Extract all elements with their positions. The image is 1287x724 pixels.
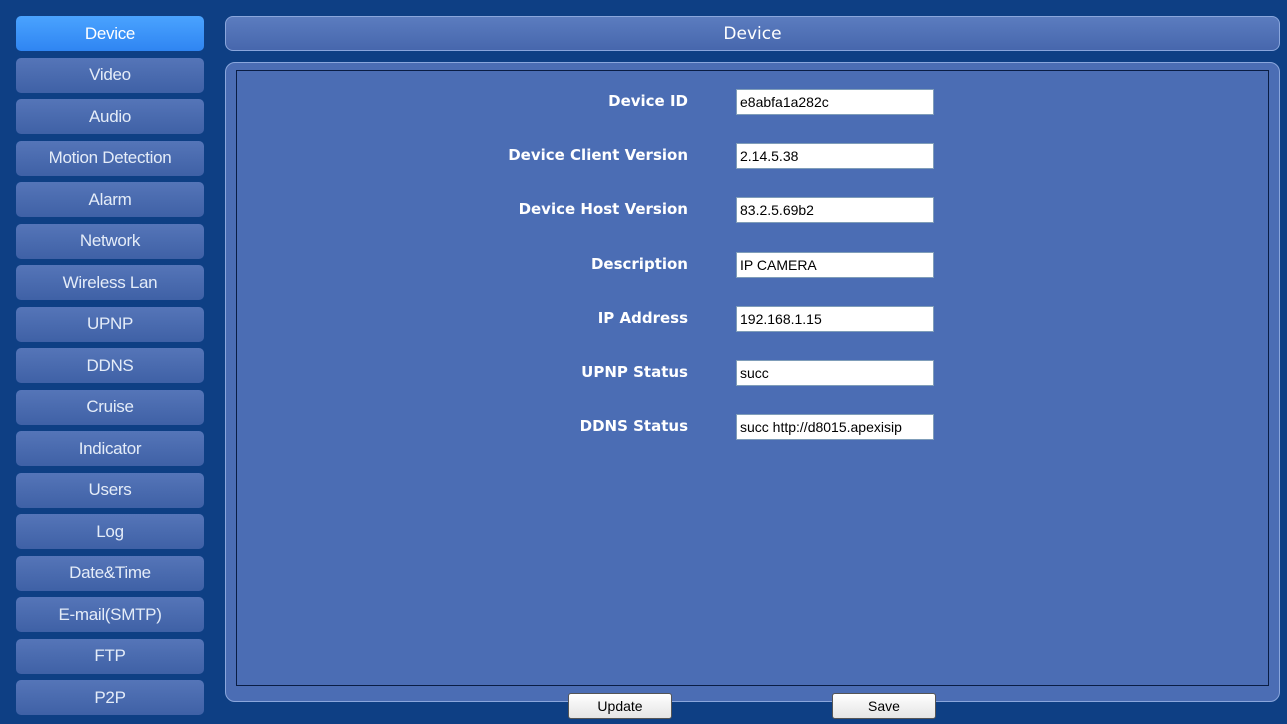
- device-client-version-field[interactable]: [736, 143, 934, 169]
- device-client-version-label: Device Client Version: [508, 146, 688, 164]
- sidebar-item-email-smtp[interactable]: E-mail(SMTP): [16, 597, 204, 632]
- ip-address-label: IP Address: [597, 309, 688, 327]
- sidebar-item-device[interactable]: Device: [16, 16, 204, 51]
- sidebar-item-users[interactable]: Users: [16, 472, 204, 508]
- sidebar-item-motion-detection[interactable]: Motion Detection: [16, 140, 204, 176]
- sidebar-item-p2p[interactable]: P2P: [16, 680, 204, 715]
- description-field[interactable]: [736, 252, 934, 278]
- ip-address-field[interactable]: [736, 306, 934, 332]
- sidebar-item-upnp[interactable]: UPNP: [16, 306, 204, 342]
- ddns-status-label: DDNS Status: [579, 417, 688, 435]
- sidebar-item-ddns[interactable]: DDNS: [16, 348, 204, 383]
- sidebar-item-date-time[interactable]: Date&Time: [16, 555, 204, 591]
- device-host-version-field[interactable]: [736, 197, 934, 223]
- sidebar-item-video[interactable]: Video: [16, 57, 204, 93]
- sidebar-item-wireless-lan[interactable]: Wireless Lan: [16, 265, 204, 300]
- device-id-label: Device ID: [608, 92, 688, 110]
- sidebar-nav: Device Video Audio Motion Detection Alar…: [16, 16, 204, 722]
- sidebar-item-ftp[interactable]: FTP: [16, 638, 204, 674]
- sidebar-item-network[interactable]: Network: [16, 223, 204, 259]
- sidebar-item-log[interactable]: Log: [16, 514, 204, 549]
- save-button[interactable]: Save: [832, 693, 936, 719]
- sidebar-item-alarm[interactable]: Alarm: [16, 182, 204, 217]
- upnp-status-label: UPNP Status: [581, 363, 688, 381]
- update-button[interactable]: Update: [568, 693, 672, 719]
- description-label: Description: [590, 255, 688, 273]
- sidebar-item-cruise[interactable]: Cruise: [16, 389, 204, 425]
- sidebar-item-audio[interactable]: Audio: [16, 99, 204, 134]
- page-title: Device: [225, 16, 1280, 51]
- device-host-version-label: Device Host Version: [518, 200, 688, 218]
- sidebar-item-indicator[interactable]: Indicator: [16, 431, 204, 466]
- upnp-status-field[interactable]: [736, 360, 934, 386]
- device-id-field[interactable]: [736, 89, 934, 115]
- ddns-status-field[interactable]: [736, 414, 934, 440]
